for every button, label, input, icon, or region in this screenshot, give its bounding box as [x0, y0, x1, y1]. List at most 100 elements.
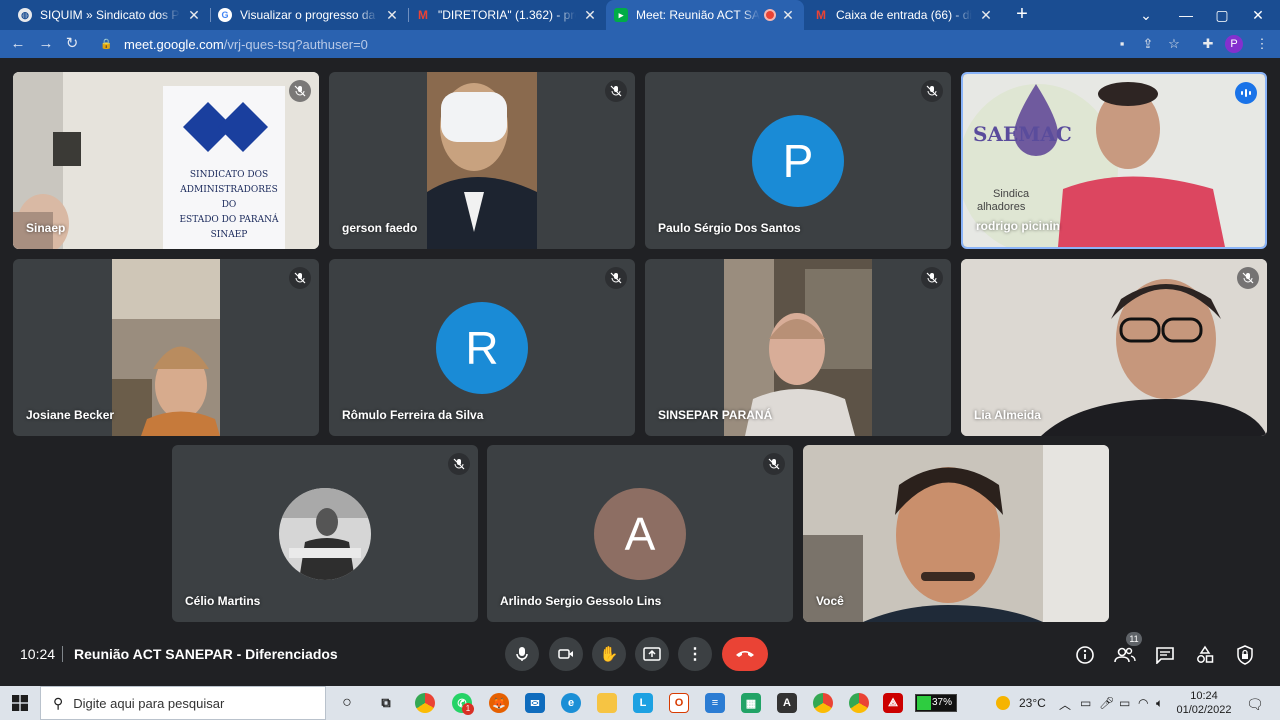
close-icon[interactable]: ✕	[582, 7, 598, 24]
shield-lock-icon	[1237, 645, 1253, 665]
tab-title: SIQUIM » Sindicato dos Profissio	[40, 8, 180, 22]
activities-button[interactable]	[1193, 643, 1217, 667]
participant-tile-romulo[interactable]: R Rômulo Ferreira da Silva	[329, 259, 635, 436]
office-icon[interactable]: O	[669, 693, 689, 713]
minimize-button[interactable]: —	[1168, 0, 1204, 30]
chat-button[interactable]	[1153, 643, 1177, 667]
mic-off-icon	[921, 267, 943, 289]
spreadsheet-icon[interactable]: ▦	[741, 693, 761, 713]
participant-name: Arlindo Sergio Gessolo Lins	[500, 594, 662, 608]
close-icon[interactable]: ✕	[780, 7, 796, 24]
extensions-icon[interactable]: ✚	[1200, 36, 1216, 52]
reload-button[interactable]: ↻	[62, 34, 82, 54]
wifi-icon[interactable]: ◠	[1138, 696, 1148, 710]
tab-search-icon[interactable]: ⌄	[1128, 0, 1164, 30]
camera-button[interactable]	[549, 637, 583, 671]
search-placeholder: Digite aqui para pesquisar	[73, 695, 225, 711]
participant-name: Sinaep	[26, 221, 66, 235]
chevron-up-icon[interactable]: ︿	[1059, 696, 1071, 713]
mic-off-icon	[605, 80, 627, 102]
meeting-details-button[interactable]	[1073, 643, 1097, 667]
gmail-icon: M	[816, 8, 826, 22]
star-icon[interactable]: ☆	[1166, 36, 1182, 52]
google-icon: G	[218, 8, 232, 22]
tab-siquim[interactable]: ◍ SIQUIM » Sindicato dos Profissio ✕	[10, 0, 210, 30]
raise-hand-button[interactable]: ✋	[592, 637, 626, 671]
font-app-icon[interactable]: A	[777, 693, 797, 713]
taskbar-search[interactable]: ⚲ Digite aqui para pesquisar	[40, 686, 326, 720]
address-bar[interactable]: 🔒 meet.google.com/vrj-ques-tsq?authuser=…	[92, 33, 1192, 56]
participants-button[interactable]	[1113, 643, 1137, 667]
participant-name: Você	[816, 594, 844, 608]
tab-inbox[interactable]: M Caixa de entrada (66) - diretoria@ ✕	[806, 0, 1002, 30]
cortana-icon[interactable]: ○	[337, 693, 357, 713]
tab-migration[interactable]: G Visualizar o progresso da migraç ✕	[210, 0, 408, 30]
app-l-icon[interactable]: L	[633, 693, 653, 713]
participant-tile-josiane[interactable]: Josiane Becker	[13, 259, 319, 436]
whatsapp-badge: 1	[462, 703, 474, 715]
system-clock[interactable]: 10:24 01/02/2022	[1172, 689, 1236, 717]
mail-icon[interactable]: ✉	[525, 693, 545, 713]
profile-avatar[interactable]: P	[1225, 35, 1243, 53]
maximize-button[interactable]: ▢	[1204, 0, 1240, 30]
share-icon[interactable]: ⇪	[1140, 36, 1156, 52]
activities-icon	[1197, 645, 1214, 663]
back-button[interactable]: ←	[8, 34, 28, 54]
tab-title: Meet: Reunião ACT SANEPAR	[636, 8, 760, 22]
participant-tile-gerson[interactable]: gerson faedo	[329, 72, 635, 249]
participant-tile-celio[interactable]: Célio Martins	[172, 445, 478, 622]
word-doc-icon[interactable]: ≡	[705, 693, 725, 713]
participant-tile-self[interactable]: Você	[803, 445, 1109, 622]
chrome-profile-icon[interactable]	[813, 693, 833, 713]
close-icon[interactable]: ✕	[978, 7, 994, 24]
clock-time: 10:24	[1190, 690, 1218, 702]
windows-start-icon[interactable]	[12, 695, 28, 711]
firefox-icon[interactable]: 🦊	[489, 693, 509, 713]
hand-icon: ✋	[599, 646, 619, 663]
participant-tile-lia[interactable]: Lia Almeida	[961, 259, 1267, 436]
video-camera-icon	[558, 649, 573, 659]
tab-meet[interactable]: ▸ Meet: Reunião ACT SANEPAR ✕	[606, 0, 804, 30]
volume-icon[interactable]: 🔈︎	[1156, 696, 1163, 711]
present-screen-button[interactable]	[635, 637, 669, 671]
more-options-button[interactable]: ⋮	[678, 637, 712, 671]
close-window-button[interactable]: ✕	[1240, 0, 1276, 30]
tab-title: Visualizar o progresso da migraç	[240, 8, 378, 22]
camera-icon[interactable]: ▪	[1114, 36, 1130, 52]
mic-icon	[516, 647, 528, 661]
meet-tray-icon[interactable]: ▭	[1080, 696, 1091, 710]
battery-tray-icon[interactable]: ▭	[1119, 696, 1130, 710]
participant-tile-sinsepar[interactable]: SINSEPAR PARANÁ	[645, 259, 951, 436]
banner-text: SINDICATO DOS ADMINISTRADORES DO ESTADO …	[179, 170, 279, 240]
menu-icon[interactable]: ⋮	[1254, 36, 1270, 52]
close-icon[interactable]: ✕	[186, 7, 202, 24]
chrome-profile-2-icon[interactable]	[849, 693, 869, 713]
task-view-icon[interactable]: ⧉	[376, 693, 396, 713]
participant-tile-sinaep[interactable]: SINDICATO DOS ADMINISTRADORES DO ESTADO …	[13, 72, 319, 249]
temperature[interactable]: 23°C	[1019, 696, 1046, 710]
participant-tile-rodrigo[interactable]: SAEMAC Sindica alhadores rodrigo picinin	[961, 72, 1267, 249]
tab-title: Caixa de entrada (66) - diretoria@	[836, 8, 972, 22]
meeting-controls-bar: 10:24 Reunião ACT SANEPAR - Diferenciado…	[0, 626, 1280, 686]
close-icon[interactable]: ✕	[384, 7, 400, 24]
leave-call-button[interactable]	[722, 637, 768, 671]
edge-icon[interactable]: e	[561, 693, 581, 713]
gmail-icon: M	[418, 8, 428, 22]
notifications-icon[interactable]: 🗨︎	[1246, 696, 1264, 713]
forward-button[interactable]: →	[36, 34, 56, 54]
pdf-reader-icon[interactable]: ⟁	[883, 693, 903, 713]
info-icon	[1076, 646, 1094, 664]
microphone-tray-icon[interactable]: 🎤︎	[1099, 696, 1114, 710]
weather-sun-icon[interactable]	[996, 696, 1010, 710]
avatar: P	[752, 115, 844, 207]
participant-tile-paulo[interactable]: P Paulo Sérgio Dos Santos	[645, 72, 951, 249]
participant-name: Célio Martins	[185, 594, 261, 608]
host-controls-button[interactable]	[1233, 643, 1257, 667]
meeting-clock: 10:24	[20, 646, 56, 662]
new-tab-button[interactable]: +	[1012, 0, 1032, 30]
tab-diretoria[interactable]: M "DIRETORIA" (1.362) - presidencia ✕	[408, 0, 606, 30]
chrome-icon[interactable]	[415, 693, 435, 713]
file-explorer-icon[interactable]	[597, 693, 617, 713]
microphone-button[interactable]	[505, 637, 539, 671]
participant-tile-arlindo[interactable]: A Arlindo Sergio Gessolo Lins	[487, 445, 793, 622]
